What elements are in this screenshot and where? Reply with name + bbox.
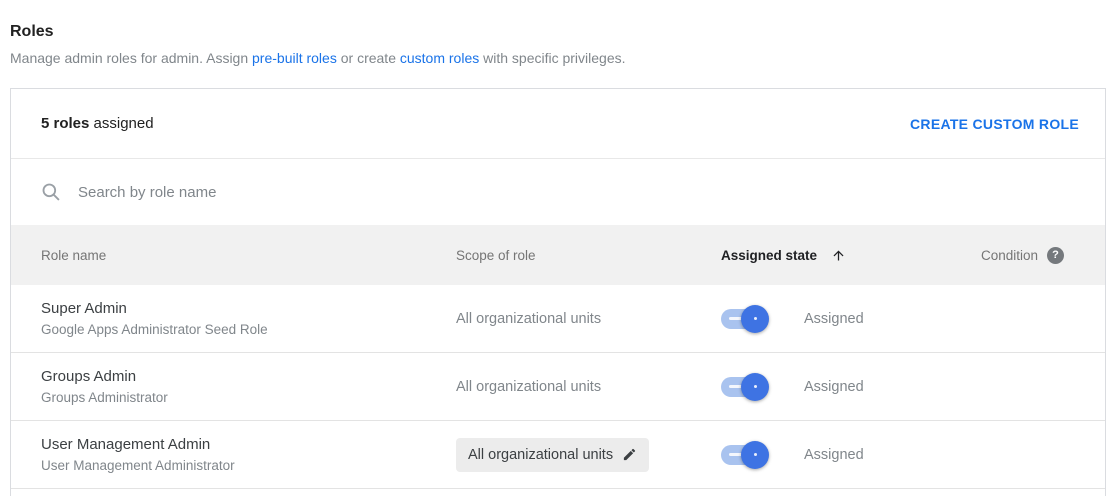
column-header-scope: Scope of role [456,247,536,263]
toggle-thumb [741,440,769,469]
prebuilt-roles-link[interactable]: pre-built roles [252,50,337,66]
subtitle-text-3: with specific privileges. [479,50,626,66]
role-name-cell: User Management Admin User Management Ad… [41,435,456,474]
role-name: Groups Admin [41,368,137,385]
scope-edit-chip[interactable]: All organizational units [456,437,650,472]
roles-count-number: 5 roles [41,115,90,132]
subtitle-text-1: Manage admin roles for admin. Assign [10,50,253,66]
scope-cell: All organizational units [456,378,602,395]
column-header-condition: Condition ? [971,246,1105,264]
table-row[interactable]: User Management Admin User Management Ad… [11,421,1105,489]
toggle-thumb [741,372,769,401]
assigned-toggle[interactable] [721,304,769,333]
table-row[interactable]: Super Admin Google Apps Administrator Se… [11,285,1105,353]
arrow-upward-icon [833,250,844,260]
search-bar [11,159,1105,225]
role-name-cell: Groups Admin Groups Administrator [41,367,456,406]
assigned-state-cell: Assigned [721,304,971,333]
search-icon [42,183,60,201]
table-header-row: Role name Scope of role Assigned state C… [11,225,1105,285]
roles-assigned-count: 5 roles assigned [41,115,154,132]
subtitle-text-2: or create [336,50,400,66]
assigned-toggle[interactable] [721,440,769,469]
roles-card: 5 roles assigned CREATE CUSTOM ROLE Role… [10,88,1106,496]
assigned-state-label: Assigned [804,378,864,395]
search-input[interactable] [78,183,1085,201]
scope-chip-label: All organizational units [468,446,614,463]
role-name: Super Admin [41,300,127,317]
page-title: Roles [10,23,54,40]
scope-cell: All organizational units [456,437,721,472]
column-header-role-name: Role name [41,247,107,263]
column-header-assigned-state[interactable]: Assigned state [721,248,971,263]
assigned-state-cell: Assigned [721,372,971,401]
pencil-icon[interactable] [622,447,637,462]
roles-page: Roles Manage admin roles for admin. Assi… [0,22,1116,496]
help-icon[interactable]: ? [1047,246,1065,264]
role-description: Google Apps Administrator Seed Role [41,322,268,337]
role-name: User Management Admin [41,436,211,453]
scope-cell: All organizational units [456,310,602,327]
assigned-state-label: Assigned [804,446,864,463]
assigned-state-header-label: Assigned state [721,247,818,263]
create-custom-role-button[interactable]: CREATE CUSTOM ROLE [904,108,1085,140]
condition-header-label: Condition [981,247,1039,263]
page-subtitle: Manage admin roles for admin. Assign pre… [10,50,1116,66]
toggle-thumb [741,304,769,333]
role-name-cell: Super Admin Google Apps Administrator Se… [41,299,456,338]
roles-count-label: assigned [89,115,154,132]
assigned-state-cell: Assigned [721,440,971,469]
role-description: Groups Administrator [41,390,168,405]
table-row[interactable]: Groups Admin Groups Administrator All or… [11,353,1105,421]
role-description: User Management Administrator [41,458,235,473]
assigned-toggle[interactable] [721,372,769,401]
assigned-state-label: Assigned [804,310,864,327]
card-header: 5 roles assigned CREATE CUSTOM ROLE [11,89,1105,159]
custom-roles-link[interactable]: custom roles [400,50,479,66]
